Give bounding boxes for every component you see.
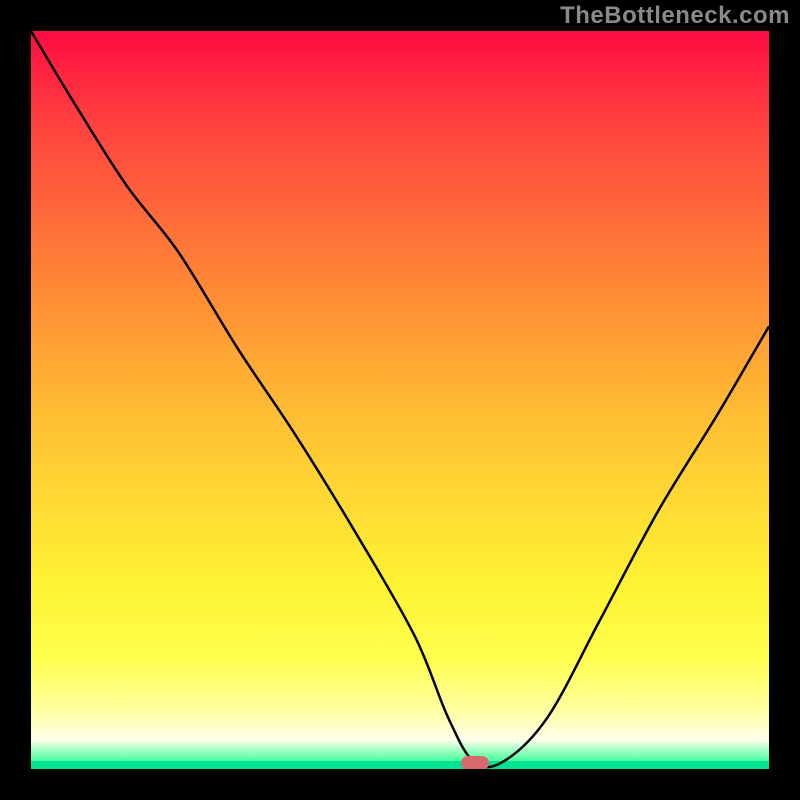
watermark-text: TheBottleneck.com	[560, 2, 790, 30]
optimal-marker	[461, 756, 489, 769]
bottleneck-curve	[31, 31, 769, 769]
chart-container: TheBottleneck.com	[0, 0, 800, 800]
curve-path	[31, 31, 769, 767]
plot-area	[31, 31, 769, 769]
